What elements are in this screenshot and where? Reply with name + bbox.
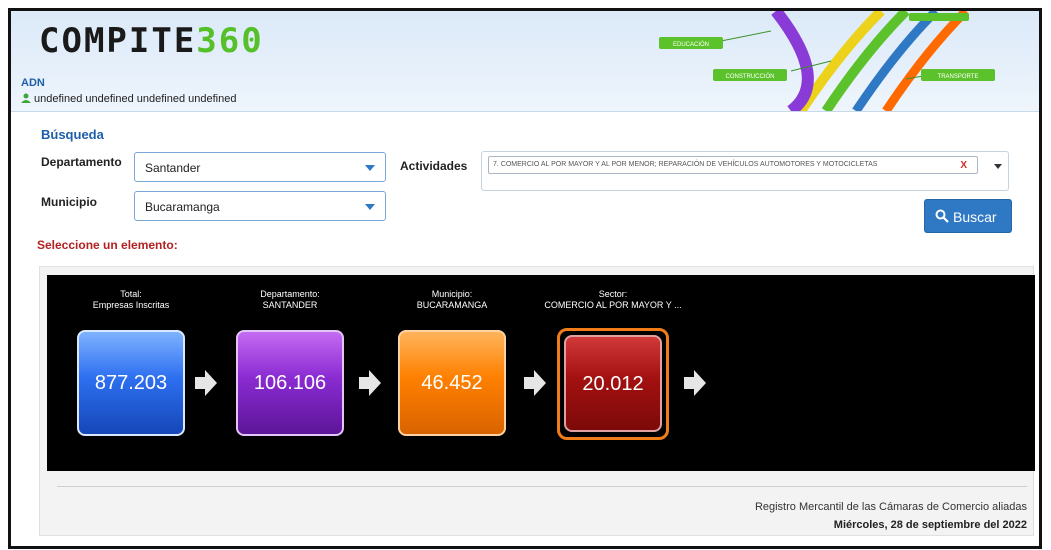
- search-icon: [935, 209, 949, 223]
- caption-total: Total: Empresas Inscritas: [92, 289, 170, 310]
- card-sector-value: 20.012: [582, 373, 644, 395]
- card-departamento-value: 106.106: [253, 372, 327, 394]
- search-title: Búsqueda: [41, 127, 104, 142]
- user-line: undefined undefined undefined undefined: [21, 93, 236, 105]
- funnel-stage: Total: Empresas Inscritas Departamento: SA…: [47, 275, 1035, 471]
- caption-municipio: Municipio: BUCARAMANGA: [416, 289, 488, 310]
- header: COMPITE360 ADN undefined undefined undef…: [11, 11, 1039, 112]
- municipio-label: Municipio: [41, 195, 97, 209]
- user-name: undefined undefined undefined undefined: [34, 93, 237, 105]
- departamento-label: Departamento: [41, 155, 122, 169]
- module-label: ADN: [21, 77, 45, 89]
- user-icon: [21, 93, 31, 103]
- arrow-right-icon: [684, 370, 706, 396]
- actividad-tag: 7. COMERCIO AL POR MAYOR Y AL POR MENOR;…: [488, 156, 978, 174]
- actividades-multiselect[interactable]: 7. COMERCIO AL POR MAYOR Y AL POR MENOR;…: [481, 151, 1009, 191]
- footer-source: Registro Mercantil de las Cámaras de Com…: [754, 501, 1027, 513]
- arrow-right-icon: [359, 370, 381, 396]
- card-municipio[interactable]: 46.452: [398, 330, 506, 436]
- caption-departamento: Departamento: SANTANDER: [260, 289, 320, 310]
- arrow-right-icon: [195, 370, 217, 396]
- actividad-tag-text: 7. COMERCIO AL POR MAYOR Y AL POR MENOR;…: [493, 161, 878, 168]
- departamento-value: Santander: [145, 161, 201, 175]
- municipio-value: Bucaramanga: [145, 200, 220, 214]
- tag-transporte-label: TRANSPORTE: [938, 74, 979, 80]
- municipio-select[interactable]: Bucaramanga: [134, 191, 386, 221]
- card-total[interactable]: 877.203: [77, 330, 185, 436]
- actividades-label: Actividades: [400, 159, 468, 173]
- footer-divider: [57, 486, 1027, 487]
- arrow-right-icon: [524, 370, 546, 396]
- chevron-down-icon[interactable]: [994, 164, 1002, 169]
- chevron-down-icon: [365, 165, 375, 171]
- departamento-select[interactable]: Santander: [134, 152, 386, 182]
- select-prompt: Seleccione un elemento:: [37, 238, 178, 252]
- chevron-down-icon: [365, 204, 375, 210]
- search-button[interactable]: Buscar: [924, 199, 1012, 233]
- dna-banner: EDUCACIÓN CONSTRUCCIÓN TRANSPORTE: [659, 11, 995, 111]
- footer-date: Miércoles, 28 de septiembre del 2022: [833, 519, 1027, 531]
- tag-construccion-label: CONSTRUCCIÓN: [726, 73, 775, 80]
- card-departamento[interactable]: 106.106: [236, 330, 344, 436]
- remove-tag-button[interactable]: X: [960, 160, 967, 171]
- caption-sector: Sector: COMERCIO AL POR MAYOR Y ...: [544, 289, 682, 310]
- app-frame: COMPITE360 ADN undefined undefined undef…: [8, 8, 1042, 549]
- card-total-value: 877.203: [94, 372, 168, 394]
- search-button-label: Buscar: [953, 209, 997, 225]
- app-logo: COMPITE360: [39, 21, 264, 61]
- card-sector[interactable]: 20.012: [564, 335, 662, 432]
- card-municipio-value: 46.452: [421, 372, 483, 394]
- tag-educacion-label: EDUCACIÓN: [673, 41, 709, 48]
